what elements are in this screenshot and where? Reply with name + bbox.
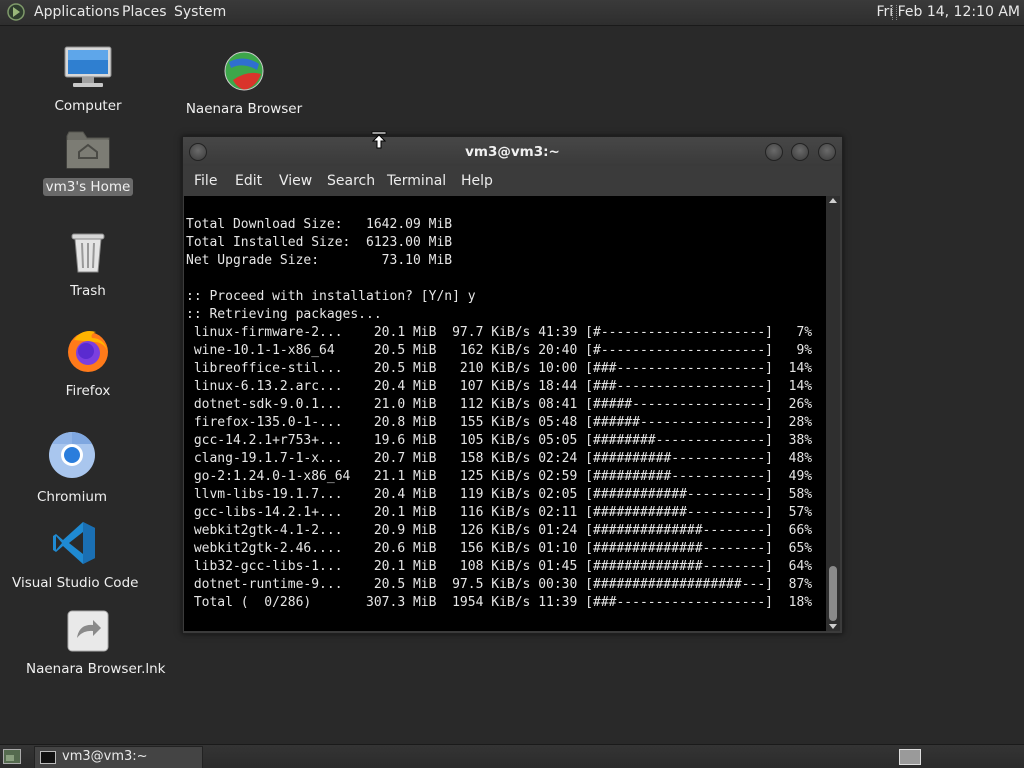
desktop-icon-naenara-lnk[interactable]: Naenara Browser.lnk <box>23 610 166 678</box>
scrollbar-thumb[interactable] <box>829 566 837 621</box>
workspace-switcher[interactable] <box>899 749 921 765</box>
desktop-icon-naenara-browser[interactable]: Naenara Browser <box>179 50 309 118</box>
bottom-panel: vm3@vm3:~ <box>0 744 1024 768</box>
terminal-output: Total Download Size: 1642.09 MiB Total I… <box>186 217 813 610</box>
clock[interactable]: Fri Feb 14, 12:10 AM <box>876 4 1020 20</box>
chromium-icon <box>49 432 95 478</box>
taskbar-item-terminal[interactable]: vm3@vm3:~ <box>34 746 203 768</box>
menu-search[interactable]: Search <box>327 173 375 189</box>
desktop-icon-label: Trash <box>70 283 106 299</box>
menu-applications[interactable]: Applications <box>34 4 120 20</box>
desktop-icon-label: vm3's Home <box>42 178 134 196</box>
top-panel: Applications Places System Fri Feb 14, 1… <box>0 0 1024 26</box>
desktop-icon-label: Naenara Browser <box>185 101 303 117</box>
naenara-browser-icon <box>224 51 264 91</box>
minimize-button[interactable] <box>765 143 783 161</box>
computer-icon <box>64 46 112 87</box>
close-button[interactable] <box>818 143 836 161</box>
show-desktop-icon[interactable] <box>3 749 21 764</box>
terminal-menubar: File Edit View Search Terminal Help <box>183 166 842 196</box>
terminal-output-area[interactable]: Total Download Size: 1642.09 MiB Total I… <box>184 196 826 631</box>
desktop-icon-label: Computer <box>54 98 122 114</box>
desktop-icon-chromium[interactable]: Chromium <box>7 430 137 506</box>
window-title: vm3@vm3:~ <box>465 144 560 160</box>
desktop-icon-label: Firefox <box>65 383 111 399</box>
desktop-icon-home[interactable]: vm3's Home <box>23 128 153 196</box>
menu-places[interactable]: Places <box>122 4 167 20</box>
firefox-icon <box>68 331 108 372</box>
desktop-icon-computer[interactable]: Computer <box>23 45 153 115</box>
scroll-up-arrow-icon[interactable] <box>829 198 837 203</box>
menu-system[interactable]: System <box>174 4 226 20</box>
desktop-icon-firefox[interactable]: Firefox <box>23 326 153 400</box>
terminal-scrollbar[interactable] <box>826 196 840 631</box>
mouse-cursor-icon <box>371 131 387 149</box>
trash-icon <box>71 233 105 273</box>
scroll-down-arrow-icon[interactable] <box>829 624 837 629</box>
menu-terminal[interactable]: Terminal <box>387 173 446 189</box>
desktop-icon-vscode[interactable]: Visual Studio Code <box>9 520 139 592</box>
maximize-button[interactable] <box>791 143 809 161</box>
shortcut-file-icon <box>67 610 109 652</box>
desktop-icon-label: Chromium <box>36 489 108 505</box>
terminal-icon <box>40 751 56 764</box>
menu-file[interactable]: File <box>194 173 217 189</box>
desktop-icon-label: Visual Studio Code <box>12 575 139 591</box>
desktop: Applications Places System Fri Feb 14, 1… <box>0 0 1024 768</box>
desktop-icon-trash[interactable]: Trash <box>23 230 153 300</box>
home-folder-icon <box>66 131 110 169</box>
menu-help[interactable]: Help <box>461 173 493 189</box>
vscode-icon <box>53 522 95 564</box>
distro-logo-icon[interactable] <box>7 3 25 21</box>
terminal-window[interactable]: vm3@vm3:~ File Edit View Search Terminal… <box>182 136 843 634</box>
window-titlebar[interactable]: vm3@vm3:~ <box>183 137 842 166</box>
taskbar-item-label: vm3@vm3:~ <box>62 749 148 764</box>
menu-view[interactable]: View <box>279 173 312 189</box>
menu-edit[interactable]: Edit <box>235 173 262 189</box>
desktop-icon-label: Naenara Browser.lnk <box>26 661 166 677</box>
